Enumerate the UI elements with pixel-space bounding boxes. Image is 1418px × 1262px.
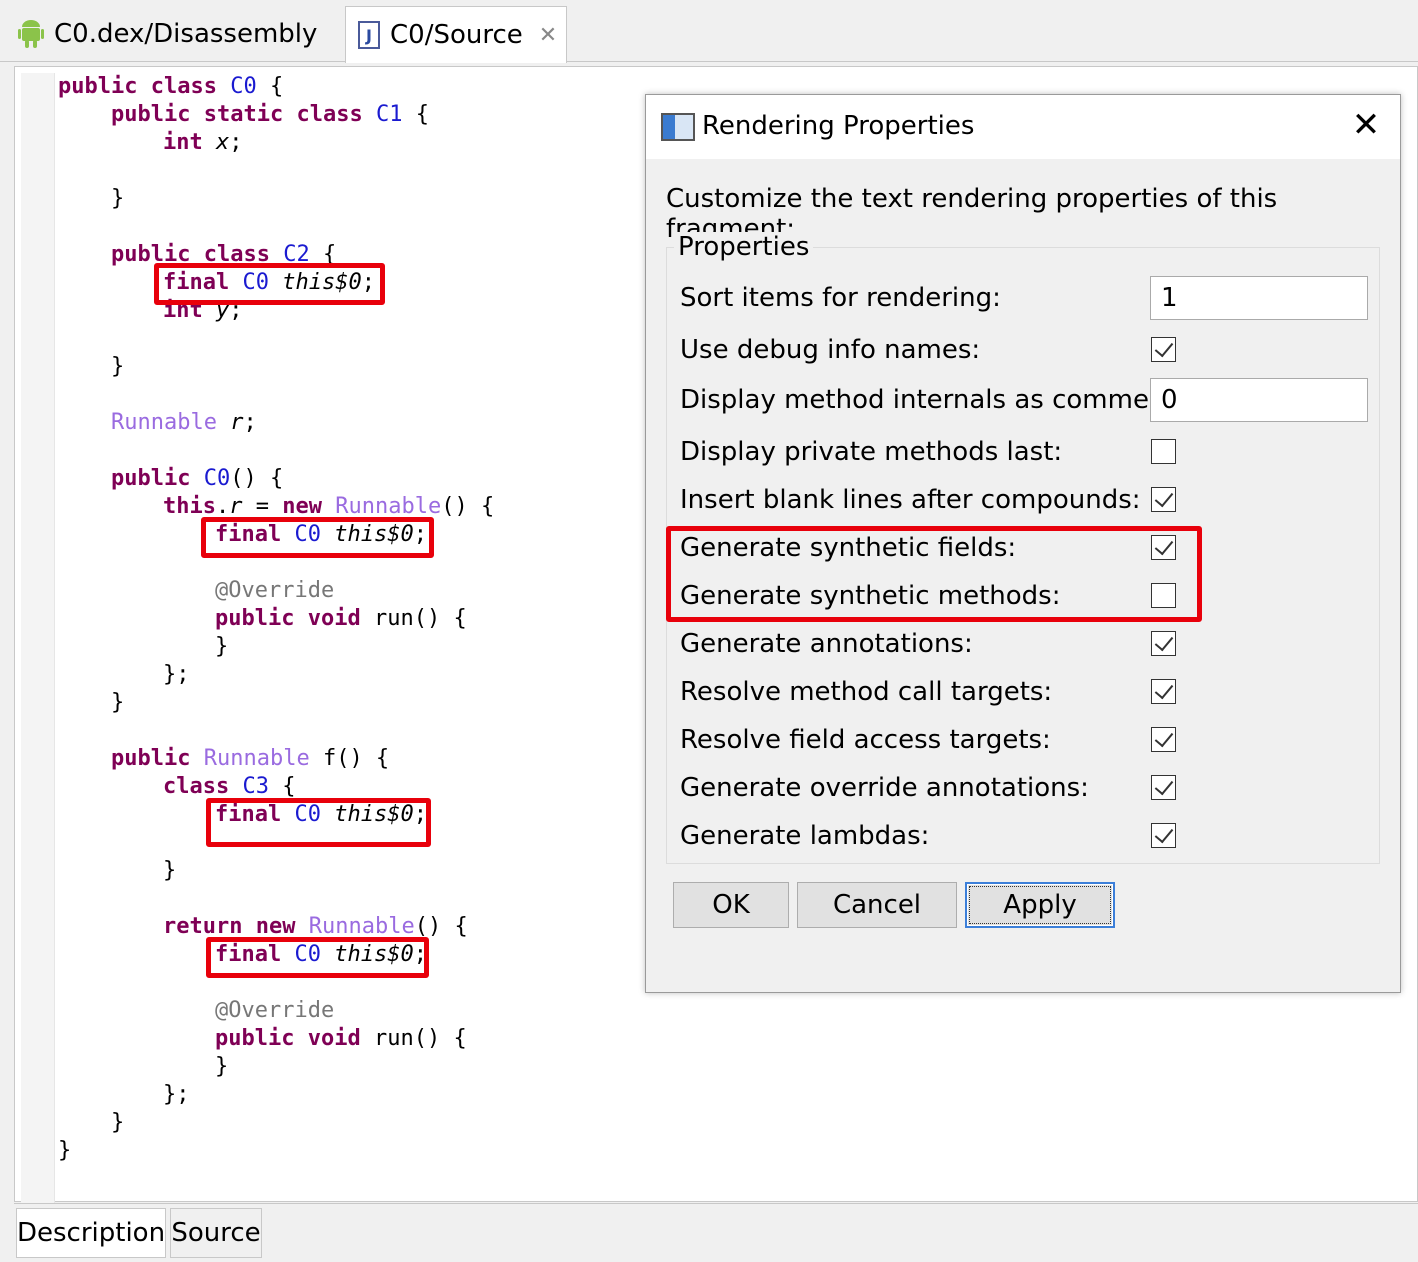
method-call-targets-checkbox[interactable] bbox=[1151, 679, 1176, 704]
property-label: Resolve method call targets: bbox=[680, 677, 1053, 707]
cancel-button[interactable]: Cancel bbox=[797, 882, 957, 928]
code-line: public void run() { bbox=[215, 606, 467, 631]
code-line: }; bbox=[163, 1082, 190, 1107]
property-label: Display private methods last: bbox=[680, 437, 1063, 467]
java-file-icon: J bbox=[358, 21, 380, 49]
code-line: } bbox=[111, 690, 125, 715]
field-access-targets-checkbox[interactable] bbox=[1151, 727, 1176, 752]
property-label: Insert blank lines after compounds: bbox=[680, 485, 1141, 515]
code-line: } bbox=[111, 186, 125, 211]
tab-source[interactable]: J C0/Source ✕ bbox=[345, 6, 567, 63]
code-line: Runnable r; bbox=[111, 410, 257, 435]
code-line: } bbox=[215, 634, 229, 659]
annotations-checkbox[interactable] bbox=[1151, 631, 1176, 656]
close-icon[interactable]: ✕ bbox=[539, 23, 557, 48]
code-line: int x; bbox=[163, 130, 243, 155]
property-label: Use debug info names: bbox=[680, 335, 981, 365]
highlight-box bbox=[206, 798, 431, 847]
property-label: Generate lambdas: bbox=[680, 821, 930, 851]
code-line: public void run() { bbox=[215, 1026, 467, 1051]
property-label: Sort items for rendering: bbox=[680, 283, 1001, 313]
tab-label: C0.dex/Disassembly bbox=[54, 19, 318, 49]
method-internals-input[interactable]: 0 bbox=[1150, 378, 1368, 422]
code-line: } bbox=[58, 1138, 72, 1163]
code-line: } bbox=[111, 1110, 125, 1135]
blank-lines-checkbox[interactable] bbox=[1151, 487, 1176, 512]
dialog-title-bar: Rendering Properties ✕ bbox=[646, 95, 1400, 159]
property-label: Generate override annotations: bbox=[680, 773, 1089, 803]
highlight-box bbox=[666, 526, 1202, 622]
apply-button[interactable]: Apply bbox=[965, 882, 1115, 928]
tab-description[interactable]: Description bbox=[16, 1208, 166, 1258]
rendering-properties-dialog: Rendering Properties ✕ Customize the tex… bbox=[645, 94, 1401, 993]
code-line: } bbox=[215, 1054, 229, 1079]
code-line: public C0() { bbox=[111, 466, 284, 491]
editor-tab-bar: C0.dex/Disassembly J C0/Source ✕ bbox=[0, 0, 1418, 63]
sort-items-input[interactable]: 1 bbox=[1150, 276, 1368, 320]
private-methods-last-checkbox[interactable] bbox=[1151, 439, 1176, 464]
code-line: } bbox=[111, 354, 125, 379]
window-icon bbox=[661, 113, 695, 141]
android-icon bbox=[18, 19, 44, 49]
ok-button[interactable]: OK bbox=[673, 882, 789, 928]
code-line: public class C0 { bbox=[58, 74, 284, 99]
use-debug-names-checkbox[interactable] bbox=[1151, 337, 1176, 362]
highlight-box bbox=[201, 517, 434, 558]
tab-label: C0/Source bbox=[390, 20, 523, 50]
property-label: Generate annotations: bbox=[680, 629, 973, 659]
property-label: Display method internals as comment: bbox=[680, 385, 1185, 415]
group-label: Properties bbox=[674, 232, 814, 262]
code-line: public Runnable f() { bbox=[111, 746, 390, 771]
code-view: public class C0 { public static class C1… bbox=[15, 67, 494, 1163]
highlight-box bbox=[206, 937, 429, 978]
highlight-box bbox=[154, 263, 385, 305]
tab-source-bottom[interactable]: Source bbox=[170, 1208, 262, 1258]
dialog-title: Rendering Properties bbox=[702, 111, 975, 141]
tab-disassembly[interactable]: C0.dex/Disassembly bbox=[8, 6, 340, 62]
code-line: public static class C1 { bbox=[111, 102, 429, 127]
code-line: @Override bbox=[215, 998, 335, 1023]
close-icon[interactable]: ✕ bbox=[1346, 105, 1386, 145]
bottom-tab-bar: Description Source bbox=[14, 1203, 1418, 1262]
property-label: Resolve field access targets: bbox=[680, 725, 1051, 755]
lambdas-checkbox[interactable] bbox=[1151, 823, 1176, 848]
code-line: @Override bbox=[215, 578, 335, 603]
code-line: }; bbox=[163, 662, 190, 687]
code-line: } bbox=[163, 858, 177, 883]
override-annotations-checkbox[interactable] bbox=[1151, 775, 1176, 800]
code-line: class C3 { bbox=[163, 774, 296, 799]
